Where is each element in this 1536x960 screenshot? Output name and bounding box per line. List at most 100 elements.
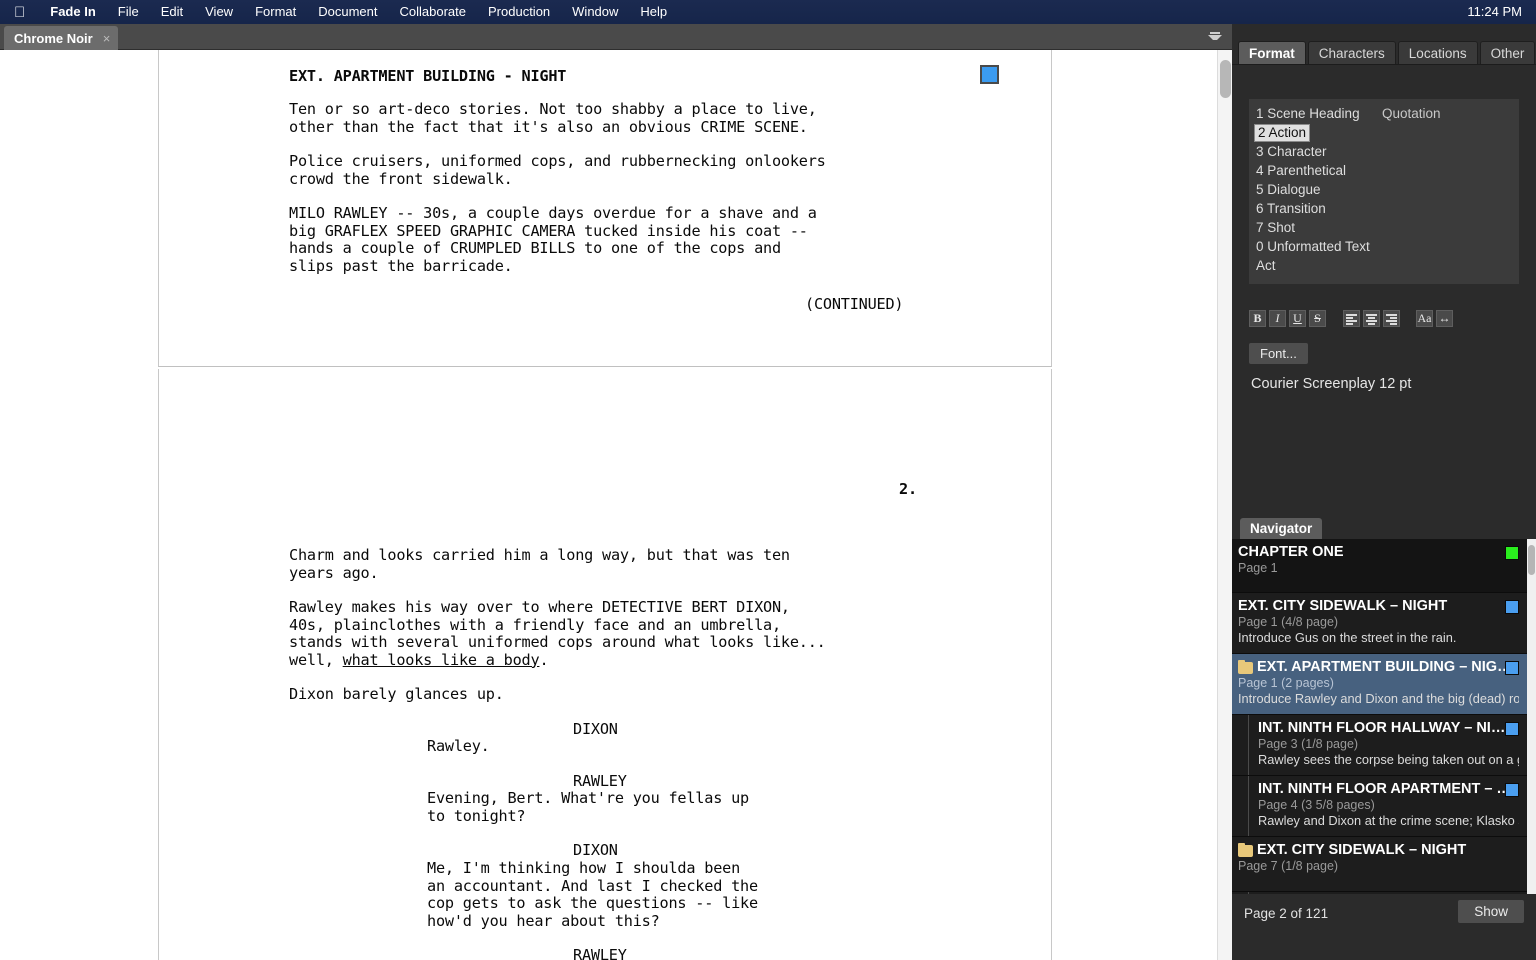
action-paragraph[interactable]: Ten or so art-deco stories. Not too shab… <box>289 100 817 136</box>
navigator-item-title: EXT. APARTMENT BUILDING – NIG… <box>1238 659 1519 676</box>
action-paragraph[interactable]: Rawley makes his way over to where DETEC… <box>289 598 826 669</box>
format-item-unformatted-text[interactable]: 0 Unformatted Text <box>1254 238 1372 256</box>
scene-color-marker[interactable] <box>980 65 999 84</box>
case-button[interactable]: Aa <box>1416 310 1433 327</box>
navigator-status-bar: Page 2 of 121 Show <box>1232 894 1536 938</box>
dialogue-line[interactable]: Evening, Bert. What're you fellas up to … <box>427 789 749 825</box>
document-tab-label: Chrome Noir <box>14 30 93 46</box>
format-item-transition[interactable]: 6 Transition <box>1254 200 1328 218</box>
status-badge[interactable] <box>1505 661 1519 675</box>
underline-button[interactable]: U <box>1289 310 1306 327</box>
list-item[interactable]: EXT. CITY SIDEWALK – NIGHT Page 7 (1/8 p… <box>1232 837 1527 892</box>
menu-item-document[interactable]: Document <box>307 0 388 24</box>
menu-item-view[interactable]: View <box>194 0 244 24</box>
navigator-item-desc: Rawley and Dixon at the crime scene; Kla… <box>1258 813 1519 828</box>
tab-other[interactable]: Other <box>1479 41 1536 64</box>
strikethrough-button[interactable]: S <box>1309 310 1326 327</box>
chevron-down-icon[interactable] <box>1208 30 1222 44</box>
action-paragraph[interactable]: Police cruisers, uniformed cops, and rub… <box>289 152 826 188</box>
document-tab-chrome-noir[interactable]: Chrome Noir × <box>4 26 119 50</box>
character-cue[interactable]: RAWLEY <box>573 946 627 960</box>
format-row: 7 Shot <box>1254 219 1519 238</box>
bold-button[interactable]: B <box>1249 310 1266 327</box>
document-scrollbar[interactable] <box>1217 50 1232 960</box>
script-page-2[interactable]: 2. Charm and looks carried him a long wa… <box>158 369 1052 960</box>
navigator-scrollbar-thumb[interactable] <box>1528 545 1535 575</box>
navigator-item-page: Page 1 <box>1238 561 1278 575</box>
status-badge[interactable] <box>1505 783 1519 797</box>
action-paragraph[interactable]: Charm and looks carried him a long way, … <box>289 546 790 582</box>
tab-locations[interactable]: Locations <box>1397 41 1478 64</box>
align-center-icon[interactable] <box>1363 310 1380 327</box>
spacing-button[interactable]: ↔ <box>1436 310 1453 327</box>
menu-item-production[interactable]: Production <box>477 0 561 24</box>
list-item[interactable]: INT. NINTH FLOOR HALLWAY – NI… Page 3 (1… <box>1232 715 1527 776</box>
format-item-quotation[interactable]: Quotation <box>1382 105 1441 123</box>
folder-icon <box>1238 659 1253 674</box>
script-editor-canvas[interactable]: EXT. APARTMENT BUILDING - NIGHT Ten or s… <box>0 50 1232 960</box>
menu-item-file[interactable]: File <box>107 0 150 24</box>
format-item-character[interactable]: 3 Character <box>1254 143 1329 161</box>
status-badge[interactable] <box>1505 722 1519 736</box>
show-button[interactable]: Show <box>1458 900 1524 923</box>
format-item-parenthetical[interactable]: 4 Parenthetical <box>1254 162 1348 180</box>
status-badge[interactable] <box>1505 600 1519 614</box>
navigator-pane: Navigator CHAPTER ONE Page 1 EXT. CITY S… <box>1232 514 1536 960</box>
tab-characters[interactable]: Characters <box>1307 41 1396 64</box>
format-row: 3 Character <box>1254 143 1519 162</box>
continued-marker: (CONTINUED) <box>805 295 904 313</box>
list-item[interactable]: EXT. CITY SIDEWALK – NIGHT Page 1 (4/8 p… <box>1232 593 1527 654</box>
align-left-icon[interactable] <box>1343 310 1360 327</box>
menu-bar:  Fade In File Edit View Format Document… <box>0 0 1536 24</box>
list-item[interactable]: EXT. APARTMENT BUILDING – NIG… Page 1 (2… <box>1232 654 1527 715</box>
navigator-item-page: Page 1 (2 pages) <box>1238 676 1334 690</box>
format-item-dialogue[interactable]: 5 Dialogue <box>1254 181 1323 199</box>
list-item[interactable]: CHAPTER ONE Page 1 <box>1232 539 1527 593</box>
folder-icon <box>1238 842 1253 857</box>
align-right-icon[interactable] <box>1383 310 1400 327</box>
navigator-scene-list[interactable]: CHAPTER ONE Page 1 EXT. CITY SIDEWALK – … <box>1232 539 1527 911</box>
list-item[interactable]: INT. NINTH FLOOR APARTMENT – … Page 4 (3… <box>1232 776 1527 837</box>
navigator-item-title: CHAPTER ONE <box>1238 544 1344 560</box>
dialogue-line[interactable]: Me, I'm thinking how I shoulda been an a… <box>427 859 758 930</box>
format-element-list[interactable]: 1 Scene Heading Quotation 2 Action 3 Char… <box>1249 99 1519 284</box>
menu-item-window[interactable]: Window <box>561 0 629 24</box>
format-item-act[interactable]: Act <box>1254 257 1278 275</box>
apple-logo-icon[interactable]:  <box>14 5 25 20</box>
navigator-item-title-text: EXT. CITY SIDEWALK – NIGHT <box>1257 842 1467 858</box>
action-text-part-2: . <box>539 650 549 669</box>
action-paragraph[interactable]: MILO RAWLEY -- 30s, a couple days overdu… <box>289 204 817 275</box>
tab-navigator[interactable]: Navigator <box>1240 518 1323 540</box>
navigator-item-title: INT. NINTH FLOOR HALLWAY – NI… <box>1258 720 1506 736</box>
font-button[interactable]: Font... <box>1249 343 1308 364</box>
action-paragraph[interactable]: Dixon barely glances up. <box>289 685 504 704</box>
format-row: 5 Dialogue <box>1254 181 1519 200</box>
tab-format[interactable]: Format <box>1238 41 1306 64</box>
character-cue[interactable]: RAWLEY <box>573 772 627 791</box>
format-item-shot[interactable]: 7 Shot <box>1254 219 1297 237</box>
navigator-scrollbar[interactable] <box>1527 539 1536 911</box>
scene-heading[interactable]: EXT. APARTMENT BUILDING - NIGHT <box>289 67 566 86</box>
menu-item-fade-in[interactable]: Fade In <box>39 0 107 24</box>
menu-item-format[interactable]: Format <box>244 0 307 24</box>
italic-button[interactable]: I <box>1269 310 1286 327</box>
menu-item-help[interactable]: Help <box>629 0 678 24</box>
menu-item-collaborate[interactable]: Collaborate <box>389 0 478 24</box>
format-item-action[interactable]: 2 Action <box>1254 124 1311 142</box>
close-icon[interactable]: × <box>103 31 111 46</box>
format-item-scene-heading[interactable]: 1 Scene Heading <box>1254 105 1362 123</box>
action-text-underlined: what looks like a body <box>342 650 540 669</box>
script-page-1[interactable]: EXT. APARTMENT BUILDING - NIGHT Ten or s… <box>158 50 1052 367</box>
format-row: Act <box>1254 257 1519 276</box>
navigator-item-title: EXT. CITY SIDEWALK – NIGHT <box>1238 842 1519 859</box>
character-cue[interactable]: DIXON <box>573 720 618 739</box>
character-cue[interactable]: DIXON <box>573 841 618 860</box>
right-inspector-panel: Format Characters Locations Other 1 Scen… <box>1232 24 1536 960</box>
navigator-item-title-text: EXT. APARTMENT BUILDING – NIG… <box>1257 659 1512 675</box>
status-badge[interactable] <box>1505 546 1519 560</box>
navigator-item-page: Page 3 (1/8 page) <box>1258 737 1359 751</box>
dialogue-line[interactable]: Rawley. <box>427 737 490 756</box>
document-scrollbar-thumb[interactable] <box>1220 60 1231 98</box>
format-row: 0 Unformatted Text <box>1254 238 1519 257</box>
menu-item-edit[interactable]: Edit <box>150 0 194 24</box>
